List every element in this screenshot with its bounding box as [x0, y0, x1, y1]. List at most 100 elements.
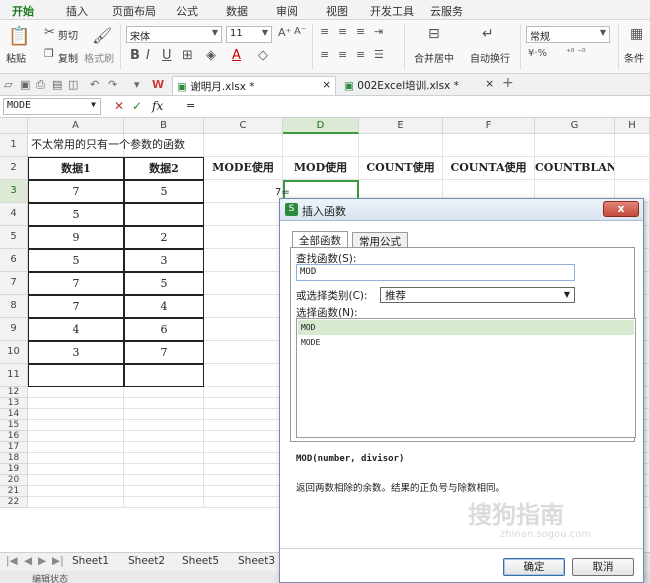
search-function-input[interactable]: MOD — [296, 264, 575, 281]
row-header[interactable]: 17 — [0, 442, 28, 453]
grid-cell[interactable] — [124, 431, 204, 442]
wrap-text-button[interactable]: 自动换行 — [470, 50, 510, 65]
close-icon[interactable]: × — [322, 79, 331, 91]
tab-data[interactable]: 数据 — [226, 3, 248, 19]
tab-formulas[interactable]: 公式 — [176, 3, 198, 19]
grid-cell[interactable] — [124, 486, 204, 497]
cell[interactable]: 7 — [28, 272, 124, 295]
grid-cell[interactable] — [204, 409, 283, 420]
grid-cell[interactable] — [204, 442, 283, 453]
row-header[interactable]: 16 — [0, 431, 28, 442]
cell[interactable]: MOD使用 — [283, 157, 359, 180]
insert-function-button[interactable]: fx — [152, 99, 163, 113]
grid-cell[interactable] — [28, 475, 124, 486]
underline-icon[interactable]: U — [162, 48, 172, 63]
grid-cell[interactable] — [28, 453, 124, 464]
align-center-icon[interactable]: ≡ — [338, 48, 347, 61]
function-list[interactable]: MOD MODE — [296, 318, 636, 438]
scissors-icon[interactable]: ✂ — [44, 25, 55, 40]
row-header[interactable]: 19 — [0, 464, 28, 475]
tab-all-functions[interactable]: 全部函数 — [292, 231, 348, 248]
folder-icon[interactable]: ▱ — [4, 78, 12, 91]
row-header[interactable]: 13 — [0, 398, 28, 409]
merge-center-icon[interactable]: ⊟ — [428, 26, 440, 42]
grid-cell[interactable] — [28, 442, 124, 453]
tab-page-layout[interactable]: 页面布局 — [112, 3, 156, 19]
row-header[interactable]: 11 — [0, 364, 28, 387]
ok-button[interactable]: 确定 — [503, 558, 565, 576]
grid-cell[interactable] — [28, 464, 124, 475]
print-preview-icon[interactable]: ▤ — [52, 78, 62, 91]
italic-icon[interactable]: I — [146, 48, 150, 63]
align-left-icon[interactable]: ≡ — [320, 48, 329, 61]
row-header[interactable]: 7 — [0, 272, 28, 295]
grid-cell[interactable] — [359, 134, 443, 157]
close-button[interactable]: x — [603, 201, 639, 217]
row-header[interactable]: 20 — [0, 475, 28, 486]
grid-cell[interactable] — [28, 420, 124, 431]
next-sheet-icon[interactable]: ▶ — [38, 555, 46, 567]
dropdown-icon[interactable]: ▾ — [134, 78, 140, 91]
row-header[interactable]: 14 — [0, 409, 28, 420]
grid-cell[interactable] — [204, 431, 283, 442]
align-top-icon[interactable]: ≡ — [320, 25, 329, 38]
column-header[interactable]: B — [124, 118, 204, 134]
paste-icon[interactable]: 📋 — [8, 26, 30, 47]
grid-cell[interactable] — [204, 272, 283, 295]
cell[interactable]: MODE使用 — [204, 157, 283, 180]
cell[interactable]: 6 — [124, 318, 204, 341]
tab-insert[interactable]: 插入 — [66, 3, 88, 19]
wrap-text-icon[interactable]: ↵ — [482, 26, 494, 42]
grid-cell[interactable] — [124, 442, 204, 453]
format-painter-icon[interactable]: 🖌 — [92, 26, 112, 45]
bold-icon[interactable]: B — [130, 48, 140, 63]
format-painter-button[interactable]: 格式刷 — [84, 50, 114, 65]
grid-cell[interactable] — [204, 464, 283, 475]
copy-icon[interactable]: ❐ — [44, 47, 54, 60]
formula-input[interactable]: = — [186, 99, 195, 112]
grid-cell[interactable] — [283, 134, 359, 157]
cell[interactable]: 7 — [28, 180, 124, 203]
decimal-icon[interactable]: ⁺⁰ ⁻⁰ — [566, 48, 586, 58]
merge-center-button[interactable]: 合并居中 — [414, 50, 454, 65]
first-sheet-icon[interactable]: |◀ — [6, 555, 18, 567]
grid-cell[interactable] — [204, 364, 283, 387]
cell[interactable]: 数据1 — [28, 157, 124, 180]
cell[interactable]: 5 — [124, 180, 204, 203]
number-format-select[interactable]: 常规 ▼ — [526, 26, 610, 43]
grid-cell[interactable] — [204, 398, 283, 409]
conditional-format-icon[interactable]: ▦ — [630, 26, 643, 42]
cancel-icon[interactable]: ✕ — [114, 99, 124, 113]
cell[interactable]: 7 — [28, 295, 124, 318]
row-header[interactable]: 12 — [0, 387, 28, 398]
currency-icon[interactable]: ¥·% — [528, 48, 547, 59]
grid-cell[interactable] — [204, 420, 283, 431]
grid-cell[interactable] — [124, 453, 204, 464]
conditional-format-button[interactable]: 条件 — [624, 50, 644, 65]
grid-cell[interactable] — [204, 341, 283, 364]
cell[interactable]: 数据2 — [124, 157, 204, 180]
font-size-select[interactable]: 11 ▼ — [226, 26, 272, 43]
cell[interactable]: 2 — [124, 226, 204, 249]
indent-icon[interactable]: ⇥ — [374, 25, 383, 38]
list-item-selected[interactable]: MOD — [298, 320, 634, 335]
preview-icon[interactable]: ◫ — [68, 78, 78, 91]
grid-cell[interactable] — [204, 318, 283, 341]
grid-cell[interactable] — [124, 387, 204, 398]
column-header[interactable]: G — [535, 118, 615, 134]
cell[interactable]: 5 — [28, 203, 124, 226]
column-header[interactable]: C — [204, 118, 283, 134]
row-header[interactable]: 18 — [0, 453, 28, 464]
grid-cell[interactable] — [124, 409, 204, 420]
grid-cell[interactable] — [124, 398, 204, 409]
confirm-icon[interactable]: ✓ — [132, 99, 142, 113]
row-header[interactable]: 3 — [0, 180, 28, 203]
grid-cell[interactable] — [204, 249, 283, 272]
align-bottom-icon[interactable]: ≡ — [356, 25, 365, 38]
list-item[interactable]: MODE — [298, 335, 634, 350]
cell[interactable] — [124, 203, 204, 226]
cell[interactable]: 9 — [28, 226, 124, 249]
name-box[interactable]: MODE ▼ — [3, 98, 101, 115]
cell[interactable]: 4 — [28, 318, 124, 341]
align-right-icon[interactable]: ≡ — [356, 48, 365, 61]
